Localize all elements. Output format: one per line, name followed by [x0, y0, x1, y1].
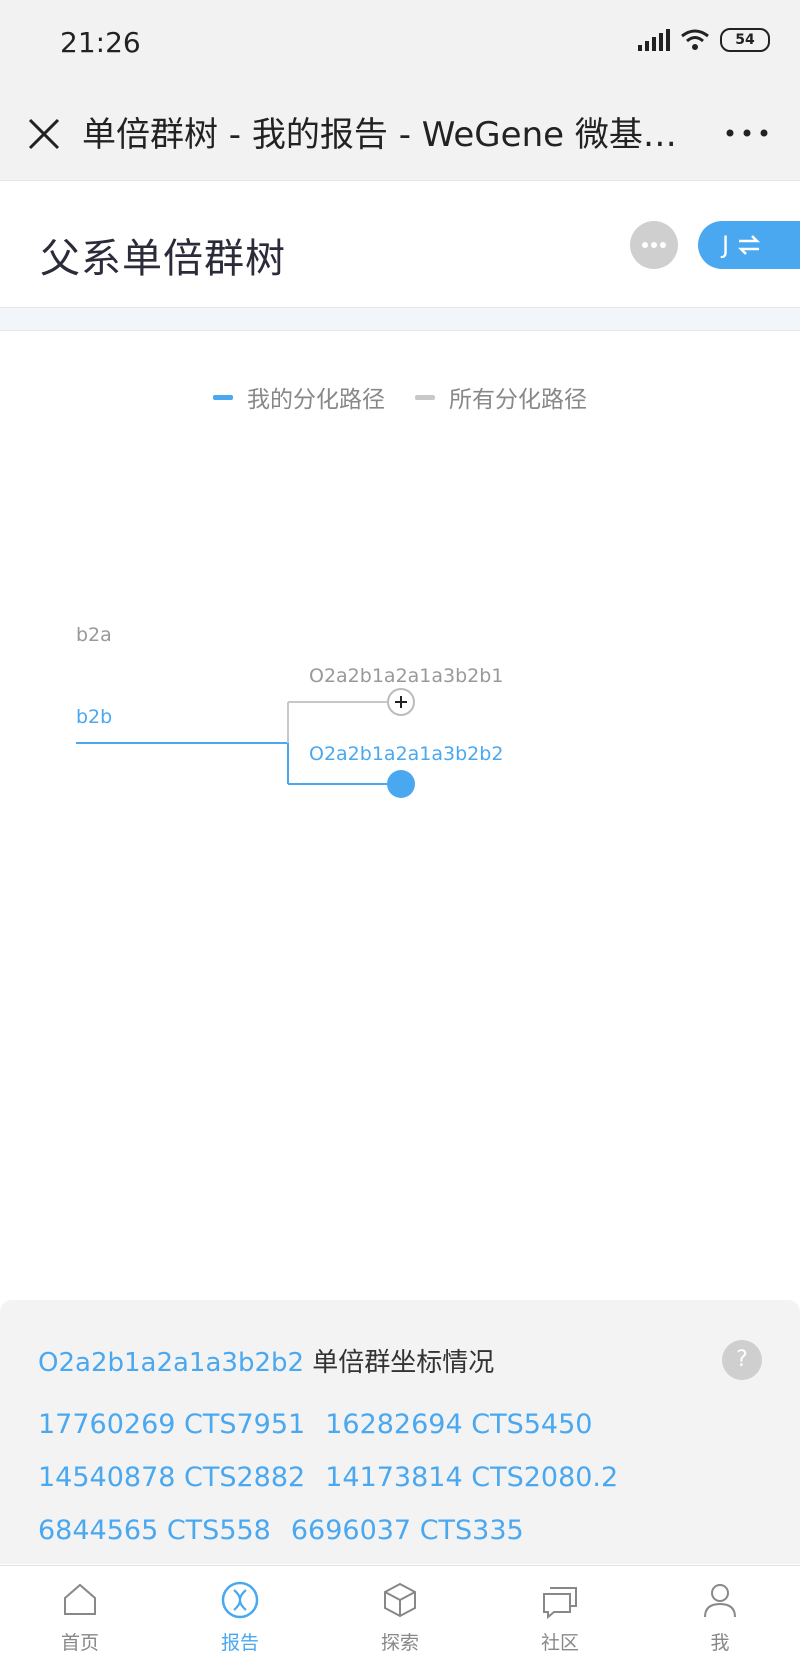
help-icon[interactable]: ?: [722, 1340, 762, 1380]
nav-title: 单倍群树 - 我的报告 - WeGene 微基…: [82, 115, 677, 155]
legend-swatch-all: [415, 394, 435, 400]
marker-item: 14540878 CTS2882: [38, 1462, 306, 1493]
switch-haplogroup-button[interactable]: J: [698, 221, 800, 269]
more-menu-icon[interactable]: [722, 118, 772, 148]
haplogroup-coordinates-panel: O2a2b1a2a1a3b2b2 单倍群坐标情况 ? 17760269 CTS7…: [0, 1300, 800, 1564]
wifi-icon: [681, 29, 709, 50]
panel-title: O2a2b1a2a1a3b2b2 单倍群坐标情况: [38, 1342, 494, 1379]
legend-swatch-mine: [213, 394, 233, 400]
node-label-leaf2[interactable]: O2a2b1a2a1a3b2b2: [309, 743, 503, 765]
tab-label-report: 报告: [220, 1632, 259, 1654]
status-time: 21:26: [60, 26, 141, 59]
tab-community[interactable]: 社区: [480, 1566, 640, 1666]
tab-explore[interactable]: 探索: [320, 1566, 480, 1666]
page-title: 父系单倍群树: [40, 236, 286, 282]
tab-label-explore: 探索: [380, 1632, 419, 1654]
legend-my-path: 我的分化路径: [213, 380, 385, 414]
marker-row: 17760269 CTS7951 16282694 CTS5450: [38, 1398, 778, 1451]
battery-icon: 54: [720, 28, 770, 52]
home-icon: [64, 1583, 96, 1615]
page-header: 父系单倍群树 J: [0, 181, 800, 308]
node-label-b2b[interactable]: b2b: [76, 706, 112, 728]
dna-icon: [221, 1581, 259, 1619]
switch-label: J: [722, 231, 730, 259]
tab-home[interactable]: 首页: [0, 1566, 160, 1666]
close-icon[interactable]: [22, 112, 68, 158]
marker-row: 14540878 CTS2882 14173814 CTS2080.2: [38, 1451, 778, 1504]
panel-haplogroup: O2a2b1a2a1a3b2b2: [38, 1348, 305, 1378]
chat-icon: [543, 1587, 577, 1620]
legend-label-mine: 我的分化路径: [247, 387, 385, 413]
marker-list: 17760269 CTS7951 16282694 CTS5450 145408…: [38, 1398, 778, 1557]
marker-item: 6844565 CTS558: [38, 1515, 271, 1546]
ellipsis-icon: [642, 242, 666, 248]
tab-me[interactable]: 我: [640, 1566, 800, 1666]
swap-arrows-icon: [738, 235, 761, 255]
status-icons: 54: [638, 28, 770, 52]
marker-item: 16282694 CTS5450: [325, 1409, 593, 1440]
status-bar: 21:26 54: [0, 0, 800, 90]
haplogroup-tree[interactable]: b2a b2b O2a2b1a2a1a3b2b1 O2a2b1a2a1a3b2b…: [0, 600, 800, 820]
marker-item: 6696037 CTS335: [290, 1515, 524, 1546]
marker-item: 17760269 CTS7951: [38, 1409, 306, 1440]
chart-legend: 我的分化路径 所有分化路径: [0, 380, 800, 414]
tab-report[interactable]: 报告: [160, 1566, 320, 1666]
legend-label-all: 所有分化路径: [449, 387, 587, 413]
cube-icon: [384, 1582, 416, 1618]
divider-stripe: [0, 308, 800, 331]
options-button[interactable]: [630, 221, 678, 269]
tab-label-home: 首页: [60, 1632, 99, 1654]
signal-icon: [638, 29, 670, 51]
tab-label-me: 我: [710, 1632, 730, 1654]
legend-all-paths: 所有分化路径: [415, 380, 587, 414]
panel-title-suffix: 单倍群坐标情况: [304, 1348, 495, 1378]
battery-level: 54: [735, 32, 755, 48]
current-node-marker[interactable]: [387, 770, 415, 798]
expand-node-icon[interactable]: [387, 688, 415, 716]
node-label-leaf1[interactable]: O2a2b1a2a1a3b2b1: [309, 665, 503, 687]
node-label-b2a[interactable]: b2a: [76, 624, 112, 646]
bottom-tab-bar: 首页 报告 探索 社区 我: [0, 1565, 800, 1666]
tab-label-community: 社区: [540, 1632, 579, 1654]
marker-row: 6844565 CTS558 6696037 CTS335: [38, 1504, 778, 1557]
user-icon: [704, 1584, 736, 1618]
marker-item: 14173814 CTS2080.2: [325, 1462, 619, 1493]
navigation-bar: 单倍群树 - 我的报告 - WeGene 微基…: [0, 90, 800, 181]
